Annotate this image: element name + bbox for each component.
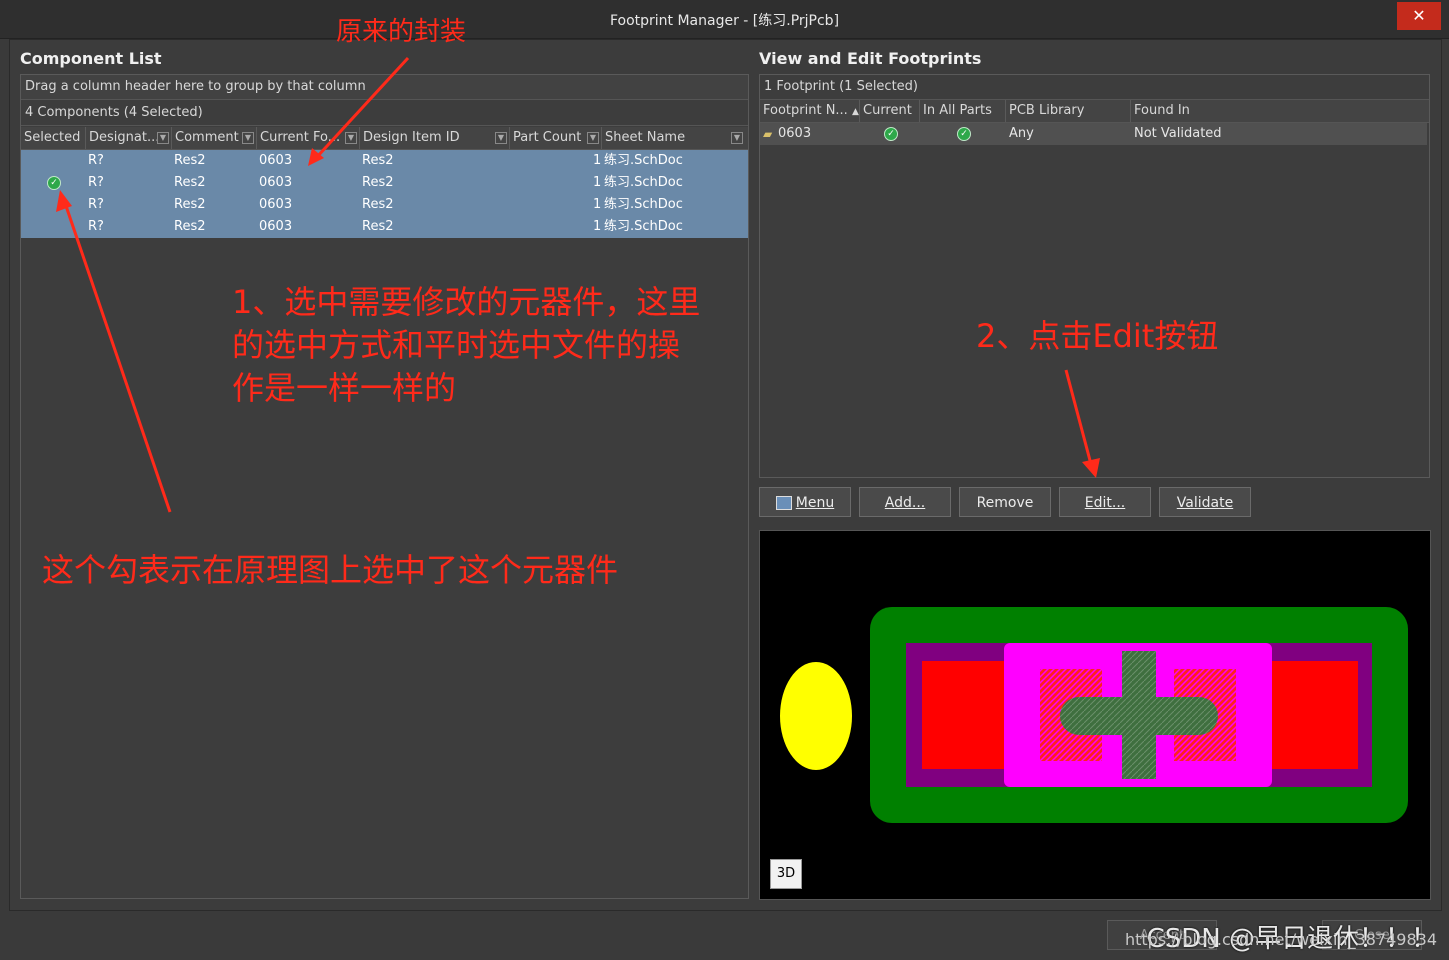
remove-button[interactable]: Remove xyxy=(959,487,1051,517)
comment-cell: Res2 xyxy=(174,175,206,190)
filter-icon[interactable]: ▼ xyxy=(587,132,599,144)
footprint-cell: 0603 xyxy=(259,219,293,234)
col-footprint-name[interactable]: Footprint N... ▲ xyxy=(760,100,860,122)
component-list-title: Component List xyxy=(20,49,162,68)
comment-cell: Res2 xyxy=(174,197,206,212)
selected-check-icon: ✓ xyxy=(47,176,61,190)
designator-cell: R? xyxy=(88,197,104,212)
menu-button-label: Menu xyxy=(795,495,835,511)
col-sheet-name-label: Sheet Name xyxy=(605,130,686,145)
group-by-bar[interactable]: Drag a column header here to group by th… xyxy=(21,75,748,100)
annotation-step1-line1: 1、选中需要修改的元器件，这里 xyxy=(232,283,701,321)
in-all-parts-check-icon: ✓ xyxy=(957,127,971,141)
col-sheet-name[interactable]: Sheet Name xyxy=(602,127,748,149)
col-selected[interactable]: Selected xyxy=(21,127,86,149)
footprints-panel: 1 Footprint (1 Selected) Footprint N... … xyxy=(759,74,1430,478)
window-title: Footprint Manager - [练习.PrjPcb] xyxy=(609,13,840,29)
filter-icon[interactable]: ▼ xyxy=(731,132,743,144)
footprint-preview: 3D xyxy=(759,530,1431,900)
cross-horizontal xyxy=(1060,697,1218,735)
footprint-summary: 1 Footprint (1 Selected) xyxy=(760,75,1429,100)
footprint-name-cell: 0603 xyxy=(778,126,812,141)
add-button[interactable]: Add... xyxy=(859,487,951,517)
validate-button[interactable]: Validate xyxy=(1159,487,1251,517)
annotation-original-footprint: 原来的封装 xyxy=(336,17,467,47)
designator-cell: R? xyxy=(88,219,104,234)
sheet-cell: 练习.SchDoc xyxy=(604,197,683,212)
col-footprint-name-label: Footprint N... xyxy=(763,103,848,118)
design-item-cell: Res2 xyxy=(362,153,394,168)
filter-icon[interactable]: ▼ xyxy=(157,132,169,144)
title-bar: Footprint Manager - [练习.PrjPcb] ✕ xyxy=(0,0,1449,39)
footprint-cell: 0603 xyxy=(259,175,293,190)
col-design-item-id-label: Design Item ID xyxy=(363,130,460,145)
col-pcb-library[interactable]: PCB Library xyxy=(1006,100,1131,122)
sheet-cell: 练习.SchDoc xyxy=(604,219,683,234)
remove-button-label: Remove xyxy=(976,495,1034,511)
table-row[interactable]: ✓ R? Res2 0603 Res2 1 练习.SchDoc xyxy=(21,172,748,194)
part-count-cell: 1 xyxy=(593,197,602,212)
close-window-button[interactable]: ✕ xyxy=(1397,2,1441,30)
annotation-checkmark-note: 这个勾表示在原理图上选中了这个元器件 xyxy=(42,551,619,589)
add-button-label: Add... xyxy=(884,495,926,511)
design-item-cell: Res2 xyxy=(362,219,394,234)
filter-icon[interactable]: ▼ xyxy=(242,132,254,144)
component-summary: 4 Components (4 Selected) xyxy=(21,101,748,126)
pcb-library-cell: Any xyxy=(1009,126,1034,141)
comment-cell: Res2 xyxy=(174,219,206,234)
footprint-row[interactable]: ▰ 0603 ✓ ✓ Any Not Validated xyxy=(760,123,1427,145)
designator-cell: R? xyxy=(88,175,104,190)
footprint-preview-graphic xyxy=(780,607,1408,823)
3d-toggle-button[interactable]: 3D xyxy=(770,859,802,889)
part-count-cell: 1 xyxy=(593,219,602,234)
edit-button[interactable]: Edit... xyxy=(1059,487,1151,517)
table-row[interactable]: R? Res2 0603 Res2 1 练习.SchDoc xyxy=(21,194,748,216)
col-designator-label: Designat... xyxy=(89,130,160,145)
comment-cell: Res2 xyxy=(174,153,206,168)
footprint-cell: 0603 xyxy=(259,197,293,212)
col-part-count-label: Part Count xyxy=(513,130,582,145)
annotation-step2: 2、点击Edit按钮 xyxy=(976,317,1219,355)
footprint-table-header: Footprint N... ▲ Current In All Parts PC… xyxy=(760,100,1429,123)
menu-icon xyxy=(775,496,792,510)
found-in-cell: Not Validated xyxy=(1134,126,1222,141)
col-current-footprint-label: Current Fo... xyxy=(260,130,341,145)
component-table-header: Selected Designat... ▼ Comment ▼ Current… xyxy=(21,127,748,150)
validate-button-label: Validate xyxy=(1176,495,1234,511)
sheet-cell: 练习.SchDoc xyxy=(604,175,683,190)
annotation-step1-line2: 的选中方式和平时选中文件的操 xyxy=(232,326,681,364)
col-design-item-id[interactable]: Design Item ID xyxy=(360,127,510,149)
pin1-marker xyxy=(780,662,852,770)
design-item-cell: Res2 xyxy=(362,197,394,212)
filter-icon[interactable]: ▼ xyxy=(495,132,507,144)
designator-cell: R? xyxy=(88,153,104,168)
part-count-cell: 1 xyxy=(593,175,602,190)
watermark-url: https://blog.csdn.net/weixin_38749834 xyxy=(1124,930,1437,949)
col-current[interactable]: Current xyxy=(860,100,920,122)
sheet-cell: 练习.SchDoc xyxy=(604,153,683,168)
col-in-all-parts[interactable]: In All Parts xyxy=(920,100,1006,122)
part-count-cell: 1 xyxy=(593,153,602,168)
col-comment-label: Comment xyxy=(175,130,239,145)
edit-button-label: Edit... xyxy=(1084,495,1126,511)
component-list-panel: Drag a column header here to group by th… xyxy=(20,74,749,899)
footprint-icon: ▰ xyxy=(763,127,773,141)
pad-right xyxy=(1258,661,1358,769)
footprint-cell: 0603 xyxy=(259,153,293,168)
footprints-title: View and Edit Footprints xyxy=(759,49,982,68)
menu-button[interactable]: Menu xyxy=(759,487,851,517)
table-row[interactable]: R? Res2 0603 Res2 1 练习.SchDoc xyxy=(21,216,748,238)
sort-arrow-icon: ▲ xyxy=(851,107,859,117)
filter-icon[interactable]: ▼ xyxy=(345,132,357,144)
design-item-cell: Res2 xyxy=(362,175,394,190)
table-row[interactable]: R? Res2 0603 Res2 1 练习.SchDoc xyxy=(21,150,748,172)
current-check-icon: ✓ xyxy=(884,127,898,141)
annotation-step1-line3: 作是一样一样的 xyxy=(232,369,457,407)
col-found-in[interactable]: Found In xyxy=(1131,100,1427,122)
